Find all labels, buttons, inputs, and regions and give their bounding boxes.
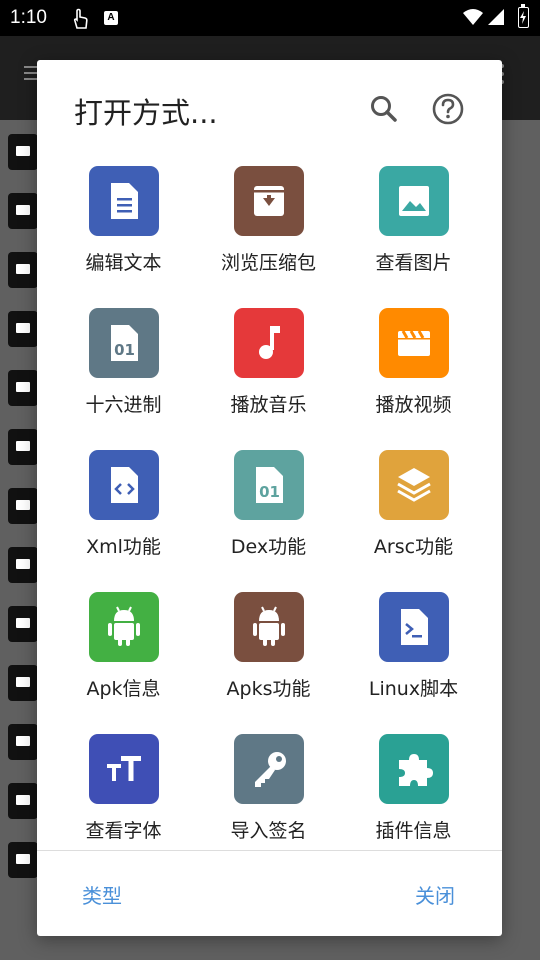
svg-text:01: 01	[259, 483, 280, 501]
app-tile-play-music[interactable]: 播放音乐	[196, 308, 341, 438]
folder-icon	[8, 193, 38, 229]
tile-label: 十六进制	[85, 394, 162, 416]
tile-label: 导入签名	[230, 820, 307, 842]
tile-bg	[89, 734, 159, 804]
tile-label: 浏览压缩包	[220, 252, 316, 274]
binary-file-icon: 01	[89, 308, 159, 378]
tile-label: 插件信息	[375, 820, 452, 842]
app-tile-view-font[interactable]: 查看字体	[51, 734, 196, 850]
app-tile-apk-info[interactable]: Apk信息	[51, 592, 196, 722]
folder-icon	[8, 311, 38, 347]
app-tile-edit-text[interactable]: 编辑文本	[51, 166, 196, 296]
folder-icon	[8, 783, 38, 819]
tile-label: Dex功能	[230, 536, 307, 558]
archive-icon	[234, 166, 304, 236]
signal-icon	[487, 8, 505, 30]
open-with-dialog: 打开方式... 编辑文本 浏览压缩包 查看图片 01 十六进制 播放音乐 播放视…	[37, 60, 502, 936]
a-icon: A	[104, 11, 118, 25]
font-icon	[89, 734, 159, 804]
folder-icon	[8, 134, 38, 170]
key-icon	[234, 734, 304, 804]
tile-label: Apks功能	[226, 678, 311, 700]
folder-icon	[8, 547, 38, 583]
folder-icon	[8, 370, 38, 406]
layers-icon	[379, 450, 449, 520]
app-grid: 打开方式... 编辑文本 浏览压缩包 查看图片 01 十六进制 播放音乐 播放视…	[37, 60, 502, 850]
terminal-file-icon	[379, 592, 449, 662]
app-tile-view-image[interactable]: 查看图片	[341, 166, 486, 296]
folder-icon	[8, 488, 38, 524]
divider	[37, 850, 502, 851]
app-tile-arsc[interactable]: Arsc功能	[341, 450, 486, 580]
tile-label: 查看图片	[375, 252, 452, 274]
app-tile-import-signature[interactable]: 导入签名	[196, 734, 341, 850]
document-icon	[89, 166, 159, 236]
battery-charging-icon	[518, 4, 529, 28]
app-tile-xml[interactable]: Xml功能	[51, 450, 196, 580]
search-icon[interactable]	[367, 92, 401, 126]
app-tile-plugin-info[interactable]: 插件信息	[341, 734, 486, 850]
image-icon	[379, 166, 449, 236]
tile-label: 播放音乐	[230, 394, 307, 416]
status-bar: 1:10 A	[0, 0, 540, 36]
tile-label: 查看字体	[85, 820, 162, 842]
tile-label: 播放视频	[375, 394, 452, 416]
touch-icon	[70, 8, 90, 34]
tile-label: 编辑文本	[85, 252, 162, 274]
tile-label: Linux脚本	[368, 678, 459, 700]
folder-icon	[8, 429, 38, 465]
code-file-icon	[89, 450, 159, 520]
folder-icon	[8, 252, 38, 288]
tile-label: Arsc功能	[373, 536, 454, 558]
folder-icon	[8, 665, 38, 701]
tile-label: Apk信息	[86, 678, 161, 700]
app-tile-browse-archive[interactable]: 浏览压缩包	[196, 166, 341, 296]
folder-icon	[8, 724, 38, 760]
app-tile-apks[interactable]: Apks功能	[196, 592, 341, 722]
help-icon[interactable]	[430, 91, 466, 127]
clapperboard-icon	[379, 308, 449, 378]
app-tile-hex[interactable]: 01 十六进制	[51, 308, 196, 438]
folder-icon	[8, 842, 38, 878]
svg-text:01: 01	[114, 341, 135, 359]
music-note-icon	[234, 308, 304, 378]
android-icon	[89, 592, 159, 662]
app-tile-linux-script[interactable]: Linux脚本	[341, 592, 486, 722]
app-tile-dex[interactable]: 01 Dex功能	[196, 450, 341, 580]
app-tile-play-video[interactable]: 播放视频	[341, 308, 486, 438]
tile-bg	[234, 308, 304, 378]
wifi-icon	[462, 8, 484, 30]
tile-label: Xml功能	[86, 536, 161, 558]
folder-icon	[8, 606, 38, 642]
close-button[interactable]: 关闭	[415, 880, 455, 909]
status-time: 1:10	[10, 7, 47, 28]
type-button[interactable]: 类型	[82, 880, 122, 909]
puzzle-icon	[379, 734, 449, 804]
binary-file-icon: 01	[234, 450, 304, 520]
dialog-title: 打开方式...	[74, 96, 218, 130]
android-icon	[234, 592, 304, 662]
